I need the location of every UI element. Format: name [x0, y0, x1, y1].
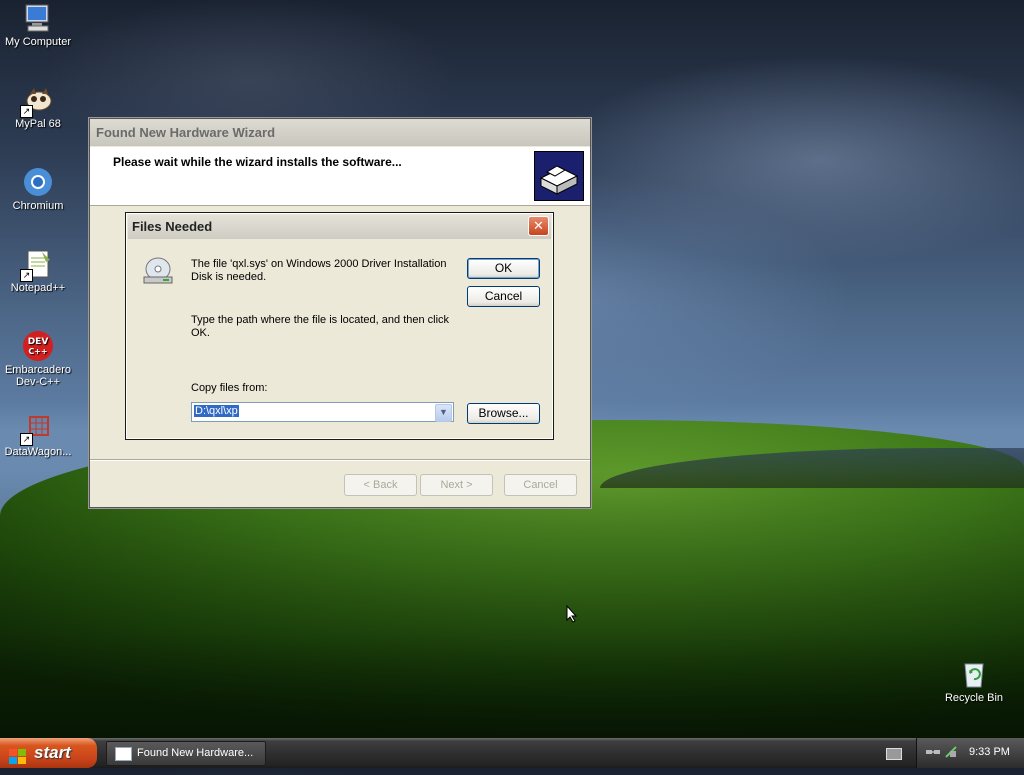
message-line: Disk is needed. — [191, 271, 267, 283]
desktop-icon-devcpp[interactable]: DEV C++ Embarcadero Dev-C++ — [0, 330, 78, 388]
recycle-bin-icon — [958, 658, 990, 690]
message-line: Type the path where the file is located,… — [191, 314, 450, 326]
keyboard-icon[interactable] — [886, 748, 902, 760]
back-button[interactable]: < Back — [344, 474, 417, 496]
message-line: OK. — [191, 327, 210, 339]
desktop-icon-label: My Computer — [4, 36, 72, 48]
desktop-icon-label: Embarcadero Dev-C++ — [4, 364, 72, 388]
datawagon-icon: ↗ — [20, 412, 54, 446]
desktop-icon-datawagon[interactable]: ↗ DataWagon... — [0, 412, 78, 458]
taskbar: start Found New Hardware... 9:33 PM — [0, 738, 1024, 768]
dialog-title[interactable]: Files Needed — [128, 215, 551, 239]
desktop-icon-chromium[interactable]: Chromium — [0, 166, 78, 212]
combo-value-wrap: D:\qxl\xp — [194, 405, 239, 417]
wizard-header: Please wait while the wizard installs th… — [90, 147, 590, 206]
shortcut-arrow-icon: ↗ — [20, 105, 33, 118]
svg-text:C++: C++ — [28, 347, 47, 356]
close-button[interactable]: ✕ — [528, 216, 549, 236]
svg-text:DEV: DEV — [28, 337, 49, 347]
cd-drive-icon — [141, 255, 175, 289]
shortcut-arrow-icon: ↗ — [20, 269, 33, 282]
start-label: start — [34, 743, 71, 762]
cancel-button[interactable]: Cancel — [467, 286, 540, 307]
files-needed-dialog[interactable]: Files Needed ✕ The file 'qxl.sys' on Win… — [125, 212, 554, 440]
notepadpp-icon: ↗ — [20, 248, 54, 282]
desktop-icon-label: Recycle Bin — [944, 692, 1004, 704]
chevron-down-icon[interactable]: ▼ — [435, 404, 452, 422]
network-icon[interactable] — [925, 745, 941, 759]
next-button[interactable]: Next > — [420, 474, 493, 496]
path-instruction: Type the path where the file is located,… — [191, 314, 449, 340]
window-icon — [115, 747, 132, 761]
message-line: The file 'qxl.sys' on Windows 2000 Drive… — [191, 258, 447, 270]
taskbar-item-wizard[interactable]: Found New Hardware... — [106, 741, 266, 766]
desktop-icon-label: DataWagon... — [4, 446, 72, 458]
desktop-icon-my-computer[interactable]: My Computer — [0, 2, 78, 48]
copy-from-combobox[interactable]: D:\qxl\xp ▼ — [191, 402, 454, 422]
desktop-icon-recycle-bin[interactable]: Recycle Bin — [934, 658, 1014, 704]
desktop-icon-label: Notepad++ — [10, 282, 66, 294]
copy-from-value: D:\qxl\xp — [194, 405, 239, 417]
wizard-separator — [90, 459, 590, 461]
wallpaper-shadow — [0, 470, 1024, 740]
hardware-icon — [534, 151, 584, 201]
desktop-icon-notepadpp[interactable]: ↗ Notepad++ — [0, 248, 78, 294]
wizard-cancel-button[interactable]: Cancel — [504, 474, 577, 496]
desktop-icon-mypal[interactable]: ↗ MyPal 68 — [0, 84, 78, 130]
devcpp-icon: DEV C++ — [22, 330, 54, 362]
taskbar-item-label: Found New Hardware... — [137, 747, 254, 759]
chromium-icon — [22, 166, 54, 198]
mouse-cursor — [566, 604, 578, 623]
browse-button[interactable]: Browse... — [467, 403, 540, 424]
wizard-header-text: Please wait while the wizard installs th… — [113, 155, 402, 169]
desktop-icon-label: Chromium — [12, 200, 64, 212]
copy-from-label: Copy files from: — [191, 382, 268, 394]
computer-icon — [22, 2, 54, 34]
system-tray: 9:33 PM — [916, 738, 1024, 768]
start-button[interactable]: start — [0, 738, 97, 768]
windows-flag-icon — [9, 745, 27, 764]
safely-remove-hardware-icon[interactable] — [944, 745, 958, 759]
desktop-icon-label: MyPal 68 — [15, 118, 61, 130]
clock[interactable]: 9:33 PM — [969, 746, 1010, 758]
wizard-title[interactable]: Found New Hardware Wizard — [90, 119, 590, 146]
shortcut-arrow-icon: ↗ — [20, 433, 33, 446]
mypal-icon: ↗ — [20, 84, 54, 118]
file-needed-message: The file 'qxl.sys' on Windows 2000 Drive… — [191, 258, 446, 284]
ok-button[interactable]: OK — [467, 258, 540, 279]
